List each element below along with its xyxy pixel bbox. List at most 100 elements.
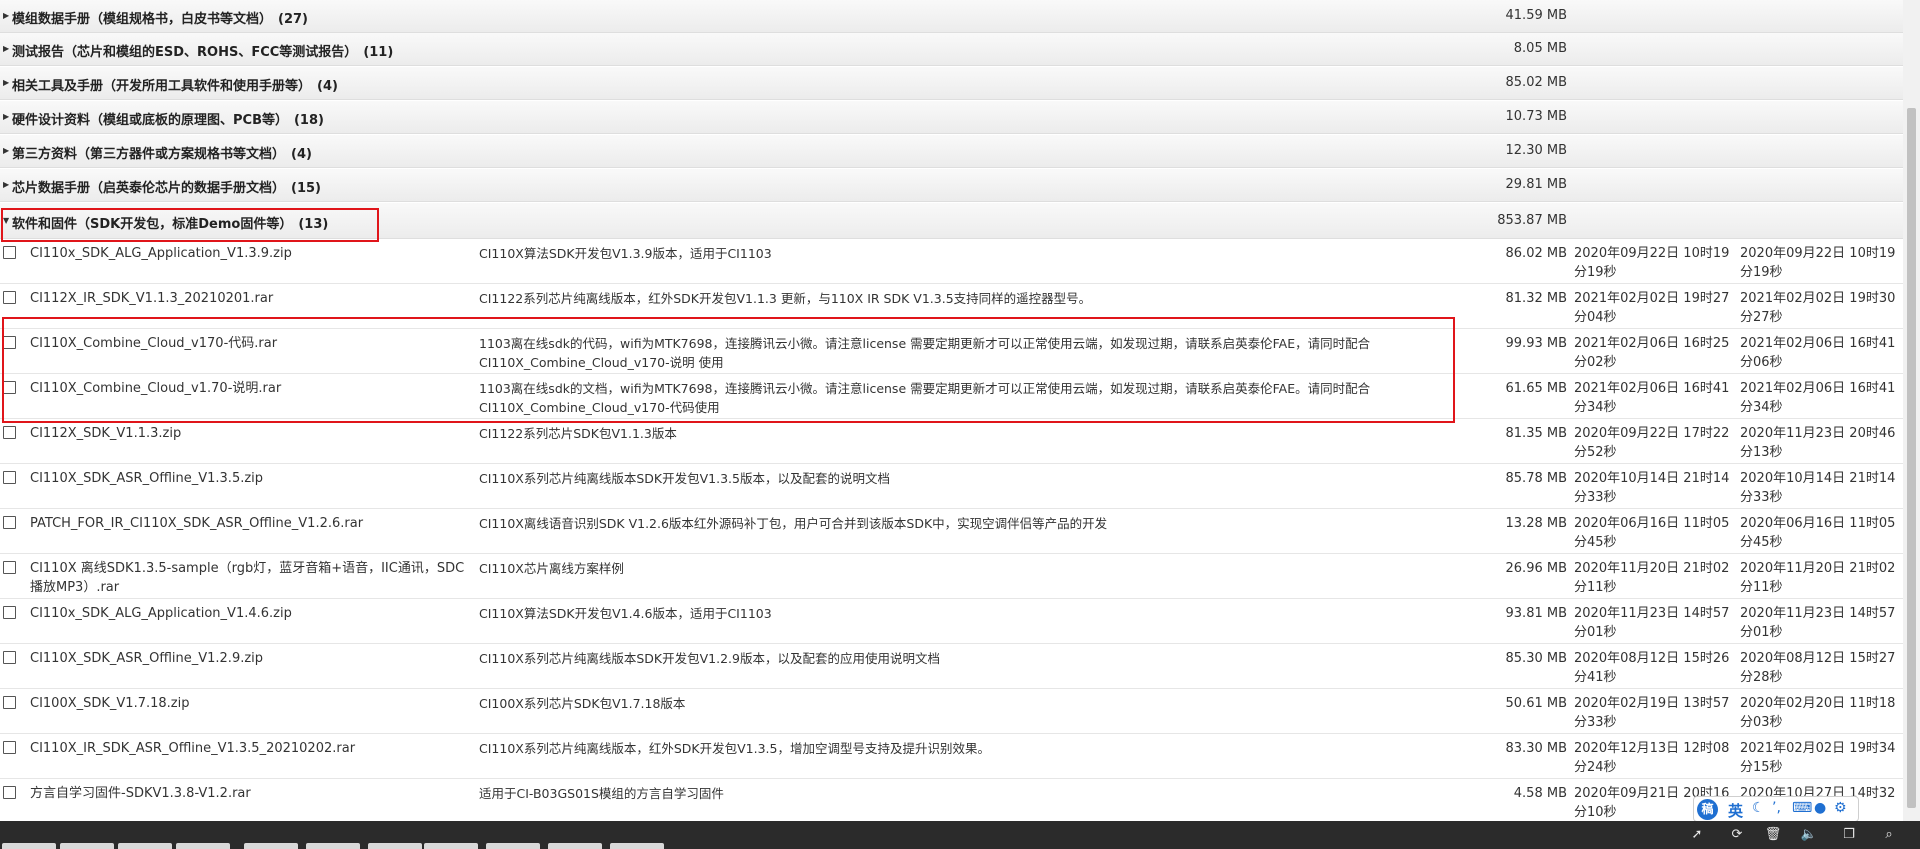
file-checkbox[interactable] bbox=[3, 426, 16, 439]
file-created: 2020年12月13日 12时08分24秒 bbox=[1574, 741, 1730, 775]
ime-toolbar[interactable]: 稿 英 ☾ ’, ⌨ ● ⚙ bbox=[1693, 796, 1859, 822]
taskbar-tab[interactable] bbox=[306, 843, 360, 849]
file-description: CI110X算法SDK开发包V1.4.6版本，适用于CI1103 bbox=[479, 606, 772, 621]
category-tools-manuals[interactable]: ▶ 相关工具及手册（开发所用工具软件和使用手册等） (4) 85.02 MB bbox=[0, 67, 1903, 100]
file-checkbox[interactable] bbox=[3, 606, 16, 619]
category-third-party[interactable]: ▶ 第三方资料（第三方器件或方案规格书等文档） (4) 12.30 MB bbox=[0, 135, 1903, 168]
file-checkbox[interactable] bbox=[3, 741, 16, 754]
search-icon[interactable]: ⌕ bbox=[1880, 826, 1898, 844]
file-modified: 2020年11月20日 21时02分11秒 bbox=[1740, 561, 1896, 595]
moon-icon[interactable]: ☾ bbox=[1752, 800, 1765, 816]
file-modified: 2020年10月14日 21时14分33秒 bbox=[1740, 471, 1896, 505]
file-checkbox[interactable] bbox=[3, 336, 16, 349]
file-name[interactable]: 方言自学习固件-SDKV1.3.8-V1.2.rar bbox=[30, 784, 470, 803]
file-name[interactable]: CI110X_IR_SDK_ASR_Offline_V1.3.5_2021020… bbox=[30, 739, 470, 758]
ime-mode-toggle[interactable]: 英 bbox=[1728, 800, 1743, 821]
window-icon[interactable]: ❐ bbox=[1840, 826, 1858, 844]
taskbar-tab[interactable] bbox=[368, 843, 422, 849]
file-description: CI110X系列芯片纯离线版本，红外SDK开发包V1.3.5，增加空调型号支持及… bbox=[479, 741, 990, 756]
file-checkbox[interactable] bbox=[3, 246, 16, 259]
file-checkbox[interactable] bbox=[3, 561, 16, 574]
vertical-scrollbar[interactable] bbox=[1903, 0, 1920, 821]
file-checkbox[interactable] bbox=[3, 696, 16, 709]
file-created: 2020年11月20日 21时02分11秒 bbox=[1574, 561, 1730, 595]
file-row: CI110x_SDK_ALG_Application_V1.4.6.zip CI… bbox=[0, 599, 1903, 644]
taskbar-tab[interactable] bbox=[60, 843, 114, 849]
file-created: 2020年09月22日 17时22分52秒 bbox=[1574, 426, 1730, 460]
file-checkbox[interactable] bbox=[3, 381, 16, 394]
file-name[interactable]: CI110x_SDK_ALG_Application_V1.4.6.zip bbox=[30, 604, 470, 623]
file-name[interactable]: CI110X 离线SDK1.3.5-sample（rgb灯，蓝牙音箱+语音，II… bbox=[30, 559, 470, 597]
file-description: CI110X系列芯片纯离线版本SDK开发包V1.3.5版本，以及配套的说明文档 bbox=[479, 471, 890, 486]
rocket-icon[interactable]: ➚ bbox=[1688, 826, 1706, 844]
file-created: 2021年02月06日 16时25分02秒 bbox=[1574, 336, 1730, 370]
category-label: 相关工具及手册（开发所用工具软件和使用手册等） (4) bbox=[12, 79, 338, 94]
file-checkbox[interactable] bbox=[3, 786, 16, 799]
category-label: 第三方资料（第三方器件或方案规格书等文档） (4) bbox=[12, 147, 312, 162]
file-modified: 2021年02月02日 19时30分27秒 bbox=[1740, 291, 1896, 325]
taskbar-tab[interactable] bbox=[176, 843, 230, 849]
taskbar-tab[interactable] bbox=[244, 843, 298, 849]
file-name[interactable]: PATCH_FOR_IR_CI110X_SDK_ASR_Offline_V1.2… bbox=[30, 514, 470, 533]
file-size: 85.78 MB bbox=[1505, 471, 1567, 486]
refresh-icon[interactable]: ⟳ bbox=[1728, 826, 1746, 844]
file-description: CI1122系列芯片纯离线版本，红外SDK开发包V1.1.3 更新，与110X … bbox=[479, 291, 1092, 306]
file-created: 2020年11月23日 14时57分01秒 bbox=[1574, 606, 1730, 640]
caret-right-icon: ▶ bbox=[3, 146, 10, 155]
category-software-firmware[interactable]: ▼ 软件和固件（SDK开发包，标准Demo固件等） (13) 853.87 MB bbox=[0, 203, 1903, 239]
punctuation-icon[interactable]: ’, bbox=[1772, 800, 1781, 816]
file-name[interactable]: CI110X_SDK_ASR_Offline_V1.2.9.zip bbox=[30, 649, 470, 668]
microphone-icon[interactable]: ● bbox=[1814, 800, 1826, 816]
caret-right-icon: ▶ bbox=[3, 11, 10, 20]
settings-gear-icon[interactable]: ⚙ bbox=[1834, 800, 1847, 816]
file-created: 2020年02月19日 13时57分33秒 bbox=[1574, 696, 1730, 730]
file-created: 2020年09月22日 10时19分19秒 bbox=[1574, 246, 1730, 280]
file-row: PATCH_FOR_IR_CI110X_SDK_ASR_Offline_V1.2… bbox=[0, 509, 1903, 554]
file-size: 81.32 MB bbox=[1505, 291, 1567, 306]
file-name[interactable]: CI100X_SDK_V1.7.18.zip bbox=[30, 694, 470, 713]
file-created: 2021年02月06日 16时41分34秒 bbox=[1574, 381, 1730, 415]
category-test-reports[interactable]: ▶ 测试报告（芯片和模组的ESD、ROHS、FCC等测试报告） (11) 8.05… bbox=[0, 33, 1903, 66]
file-modified: 2021年02月02日 19时34分15秒 bbox=[1740, 741, 1896, 775]
file-checkbox[interactable] bbox=[3, 516, 16, 529]
trash-icon[interactable]: 🗑 bbox=[1764, 826, 1782, 844]
category-size: 41.59 MB bbox=[1505, 8, 1567, 23]
file-checkbox[interactable] bbox=[3, 471, 16, 484]
file-name[interactable]: CI112X_SDK_V1.1.3.zip bbox=[30, 424, 470, 443]
file-row: CI100X_SDK_V1.7.18.zip CI100X系列芯片SDK包V1.… bbox=[0, 689, 1903, 734]
taskbar-tab[interactable] bbox=[424, 843, 478, 849]
category-size: 12.30 MB bbox=[1505, 143, 1567, 158]
speaker-icon[interactable]: 🔈 bbox=[1800, 826, 1818, 844]
file-checkbox[interactable] bbox=[3, 291, 16, 304]
category-size: 853.87 MB bbox=[1497, 213, 1567, 228]
file-size: 99.93 MB bbox=[1505, 336, 1567, 351]
taskbar-tab[interactable] bbox=[486, 843, 540, 849]
file-row: CI112X_IR_SDK_V1.1.3_20210201.rar CI1122… bbox=[0, 284, 1903, 329]
file-size: 61.65 MB bbox=[1505, 381, 1567, 396]
file-name[interactable]: CI110X_Combine_Cloud_v1.70-说明.rar bbox=[30, 379, 470, 398]
file-row: CI110X_Combine_Cloud_v1.70-说明.rar 1103离在… bbox=[0, 374, 1903, 419]
ime-logo-icon[interactable]: 稿 bbox=[1697, 799, 1718, 820]
taskbar-tab[interactable] bbox=[118, 843, 172, 849]
taskbar: ➚ ⟳ 🗑 🔈 ❐ ⌕ bbox=[0, 821, 1920, 849]
file-size: 4.58 MB bbox=[1513, 786, 1567, 801]
file-modified: 2020年09月22日 10时19分19秒 bbox=[1740, 246, 1896, 280]
file-name[interactable]: CI110X_Combine_Cloud_v170-代码.rar bbox=[30, 334, 470, 353]
category-hardware-design[interactable]: ▶ 硬件设计资料（模组或底板的原理图、PCB等） (18) 10.73 MB bbox=[0, 101, 1903, 134]
taskbar-tab[interactable] bbox=[2, 843, 56, 849]
file-checkbox[interactable] bbox=[3, 651, 16, 664]
category-module-datasheets[interactable]: ▶ 模组数据手册（模组规格书，白皮书等文档） (27) 41.59 MB bbox=[0, 0, 1903, 33]
keyboard-icon[interactable]: ⌨ bbox=[1792, 800, 1812, 816]
scrollbar-thumb[interactable] bbox=[1907, 108, 1916, 808]
file-modified: 2020年08月12日 15时27分28秒 bbox=[1740, 651, 1896, 685]
file-row: CI110x_SDK_ALG_Application_V1.3.9.zip CI… bbox=[0, 239, 1903, 284]
taskbar-tab[interactable] bbox=[548, 843, 602, 849]
file-row: CI110X_Combine_Cloud_v170-代码.rar 1103离在线… bbox=[0, 329, 1903, 374]
file-name[interactable]: CI110x_SDK_ALG_Application_V1.3.9.zip bbox=[30, 244, 470, 263]
category-chip-datasheets[interactable]: ▶ 芯片数据手册（启英泰伦芯片的数据手册文档） (15) 29.81 MB bbox=[0, 169, 1903, 202]
category-size: 8.05 MB bbox=[1513, 41, 1567, 56]
file-name[interactable]: CI110X_SDK_ASR_Offline_V1.3.5.zip bbox=[30, 469, 470, 488]
taskbar-tab[interactable] bbox=[610, 843, 664, 849]
file-download-list: ▶ 模组数据手册（模组规格书，白皮书等文档） (27) 41.59 MB ▶ 测试… bbox=[0, 0, 1903, 821]
file-name[interactable]: CI112X_IR_SDK_V1.1.3_20210201.rar bbox=[30, 289, 470, 308]
